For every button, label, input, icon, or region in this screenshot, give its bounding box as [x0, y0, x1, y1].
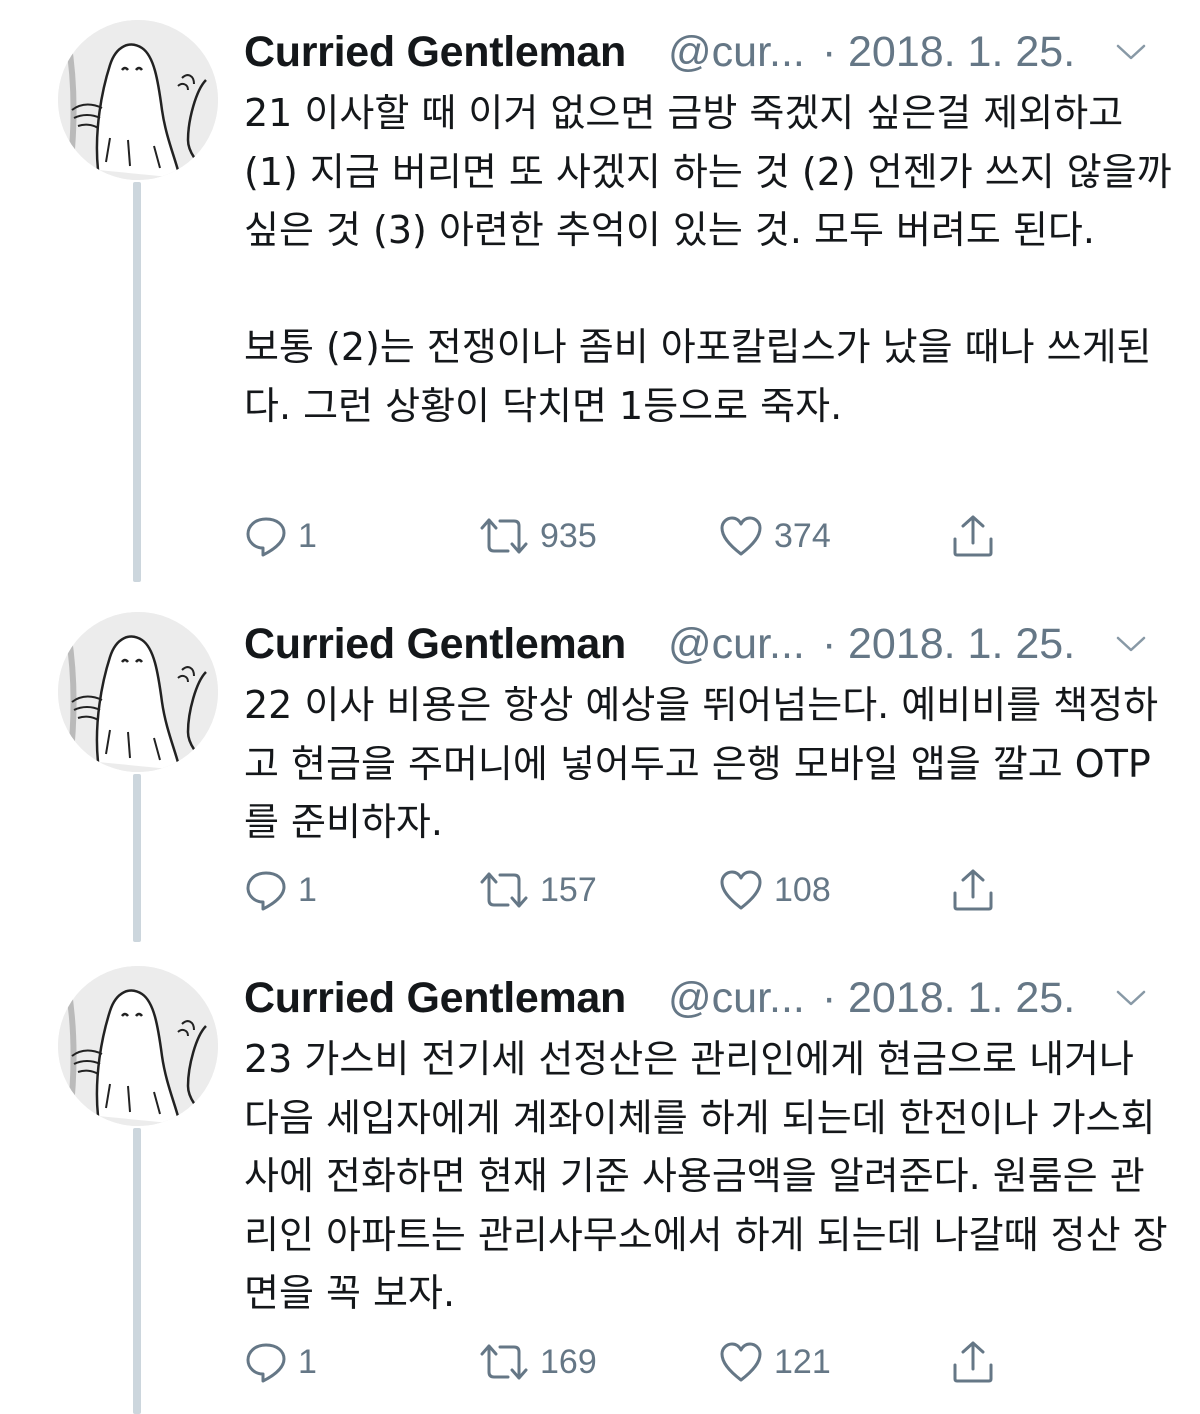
- tweet-header: Curried Gentleman @cur... · 2018. 1. 25.: [244, 972, 1184, 1028]
- avatar[interactable]: [58, 612, 218, 772]
- retweet-button[interactable]: 935: [478, 508, 597, 564]
- like-icon: [720, 1342, 762, 1382]
- ghost-avatar-image: [58, 966, 218, 1126]
- tweet-actions: 1 157 108: [244, 862, 1024, 918]
- share-icon: [953, 1341, 993, 1383]
- author-handle[interactable]: @cur...: [668, 28, 805, 77]
- retweet-icon: [480, 872, 528, 908]
- tweet-header: Curried Gentleman @cur... · 2018. 1. 25.: [244, 618, 1184, 674]
- tweet-date[interactable]: 2018. 1. 25.: [848, 620, 1075, 669]
- like-count: 108: [774, 870, 831, 909]
- share-button[interactable]: [950, 1334, 996, 1390]
- share-icon: [953, 515, 993, 557]
- author-handle[interactable]: @cur...: [668, 974, 805, 1023]
- retweet-count: 157: [540, 870, 597, 909]
- reply-icon: [246, 871, 286, 911]
- retweet-count: 169: [540, 1342, 597, 1381]
- tweet-actions: 1 169 121: [244, 1334, 1024, 1390]
- tweet-thread: Curried Gentleman @cur... · 2018. 1. 25.…: [0, 0, 1200, 1414]
- tweet-date[interactable]: 2018. 1. 25.: [848, 28, 1075, 77]
- thread-connector: [133, 182, 141, 582]
- like-icon: [720, 870, 762, 910]
- author-handle[interactable]: @cur...: [668, 620, 805, 669]
- author-name[interactable]: Curried Gentleman: [244, 620, 626, 669]
- reply-button[interactable]: 1: [244, 508, 317, 564]
- retweet-icon: [480, 1344, 528, 1380]
- author-name[interactable]: Curried Gentleman: [244, 974, 626, 1023]
- reply-count: 1: [298, 516, 317, 555]
- chevron-down-icon[interactable]: [1114, 986, 1148, 1010]
- retweet-button[interactable]: 157: [478, 862, 597, 918]
- avatar[interactable]: [58, 20, 218, 180]
- chevron-down-icon[interactable]: [1114, 632, 1148, 656]
- reply-count: 1: [298, 870, 317, 909]
- share-button[interactable]: [950, 508, 996, 564]
- ghost-avatar-image: [58, 20, 218, 180]
- retweet-count: 935: [540, 516, 597, 555]
- tweet-date[interactable]: 2018. 1. 25.: [848, 974, 1075, 1023]
- reply-icon: [246, 517, 286, 557]
- reply-count: 1: [298, 1342, 317, 1381]
- like-button[interactable]: 374: [718, 508, 831, 564]
- like-count: 374: [774, 516, 831, 555]
- author-name[interactable]: Curried Gentleman: [244, 28, 626, 77]
- retweet-button[interactable]: 169: [478, 1334, 597, 1390]
- ghost-avatar-image: [58, 612, 218, 772]
- share-icon: [953, 869, 993, 911]
- thread-connector: [133, 774, 141, 942]
- thread-connector: [133, 1128, 141, 1414]
- reply-button[interactable]: 1: [244, 1334, 317, 1390]
- chevron-down-icon[interactable]: [1114, 40, 1148, 64]
- reply-icon: [246, 1343, 286, 1383]
- like-count: 121: [774, 1342, 831, 1381]
- retweet-icon: [480, 518, 528, 554]
- separator-dot: ·: [822, 28, 837, 76]
- avatar[interactable]: [58, 966, 218, 1126]
- like-icon: [720, 516, 762, 556]
- tweet-actions: 1 935 374: [244, 508, 1024, 564]
- tweet-text: 21 이사할 때 이거 없으면 금방 죽겠지 싶은걸 제외하고 (1) 지금 버…: [244, 91, 1172, 428]
- separator-dot: ·: [822, 974, 837, 1022]
- tweet-text: 23 가스비 전기세 선정산은 관리인에게 현금으로 내거나 다음 세입자에게 …: [244, 1037, 1168, 1315]
- tweet[interactable]: Curried Gentleman @cur... · 2018. 1. 25.…: [0, 612, 1200, 942]
- tweet[interactable]: Curried Gentleman @cur... · 2018. 1. 25.…: [0, 20, 1200, 590]
- like-button[interactable]: 121: [718, 1334, 831, 1390]
- tweet-header: Curried Gentleman @cur... · 2018. 1. 25.: [244, 26, 1184, 82]
- tweet-text: 22 이사 비용은 항상 예상을 뛰어넘는다. 예비비를 책정하고 현금을 주머…: [244, 683, 1159, 844]
- reply-button[interactable]: 1: [244, 862, 317, 918]
- separator-dot: ·: [822, 620, 837, 668]
- like-button[interactable]: 108: [718, 862, 831, 918]
- tweet[interactable]: Curried Gentleman @cur... · 2018. 1. 25.…: [0, 966, 1200, 1414]
- share-button[interactable]: [950, 862, 996, 918]
